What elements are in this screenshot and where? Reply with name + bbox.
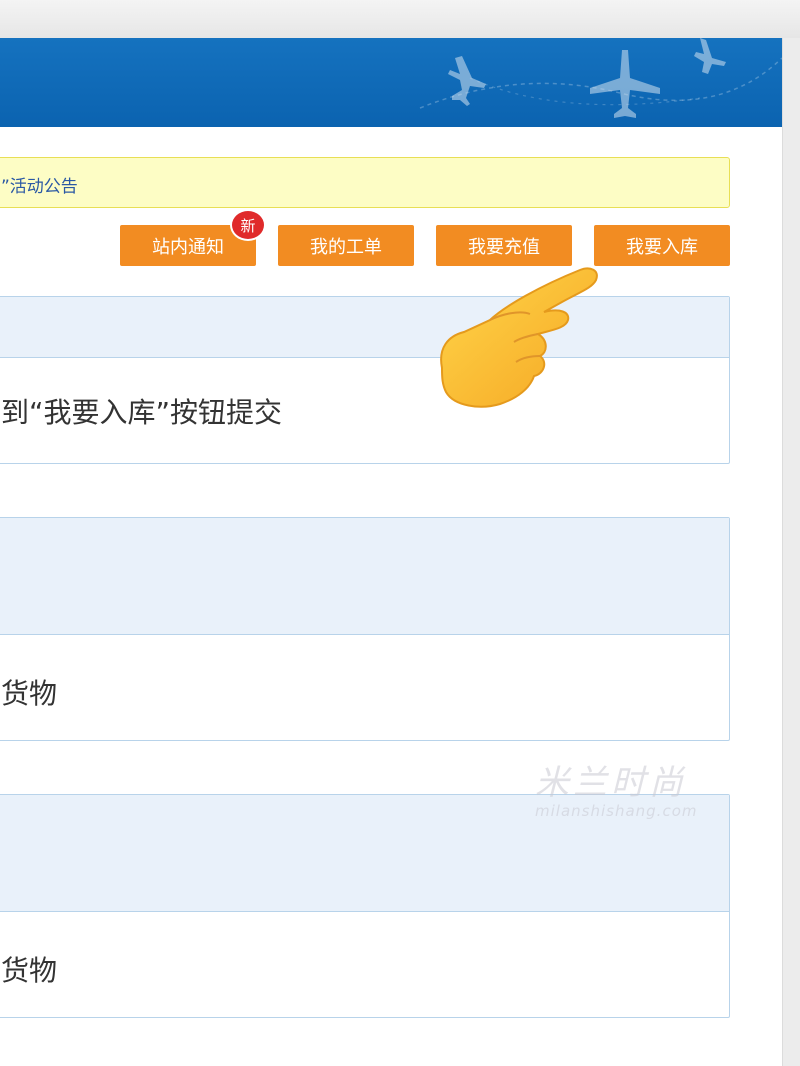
my-orders-label: 我的工单 bbox=[310, 236, 382, 258]
pointing-hand-icon bbox=[440, 267, 598, 408]
panel-text: 货物 bbox=[1, 954, 58, 987]
new-badge: 新 bbox=[230, 209, 266, 241]
watermark-sub: milanshishang.com bbox=[535, 802, 698, 820]
browser-top-bar bbox=[0, 0, 800, 38]
info-panel-1: 到“我要入库”按钮提交 bbox=[0, 296, 730, 464]
panel-text: 到“我要入库”按钮提交 bbox=[1, 396, 283, 429]
panel-body: 货物 bbox=[0, 635, 729, 740]
announcement-bar[interactable]: ”活动公告 bbox=[0, 157, 730, 208]
watermark-main: 米兰时尚 bbox=[535, 763, 687, 803]
panel-header bbox=[0, 518, 729, 635]
my-orders-button[interactable]: 我的工单 bbox=[278, 225, 414, 266]
panel-header bbox=[0, 297, 729, 358]
panel-body: 到“我要入库”按钮提交 bbox=[0, 358, 729, 463]
announcement-text[interactable]: ”活动公告 bbox=[1, 172, 78, 197]
site-header-banner bbox=[0, 38, 782, 127]
panel-body: 货物 bbox=[0, 912, 729, 1017]
new-badge-label: 新 bbox=[240, 216, 256, 235]
warehouse-entry-button[interactable]: 我要入库 bbox=[594, 225, 730, 266]
site-notification-label: 站内通知 bbox=[152, 236, 224, 258]
watermark: 米兰时尚 milanshishang.com bbox=[535, 755, 697, 820]
info-panel-3: 货物 bbox=[0, 794, 730, 1018]
airplane-decoration-icon bbox=[419, 38, 782, 118]
panel-text: 货物 bbox=[1, 677, 58, 710]
warehouse-entry-label: 我要入库 bbox=[626, 236, 698, 258]
info-panel-2: 货物 bbox=[0, 517, 730, 741]
recharge-label: 我要充值 bbox=[468, 236, 540, 258]
page-scrollbar[interactable] bbox=[782, 38, 800, 1066]
